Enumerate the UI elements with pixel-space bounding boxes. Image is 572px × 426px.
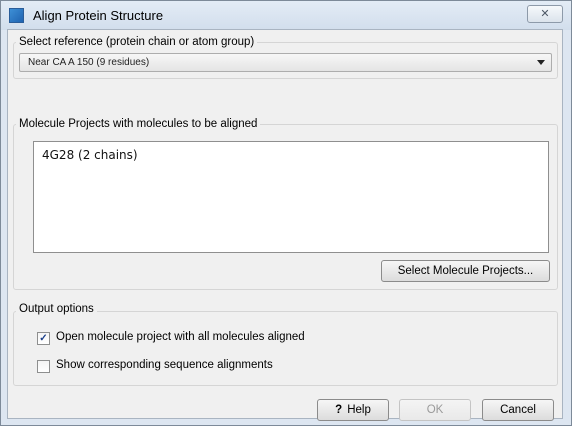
open-aligned-project-checkbox[interactable]: ✓ bbox=[37, 332, 50, 345]
show-sequence-alignments-label: Show corresponding sequence alignments bbox=[56, 359, 273, 371]
show-sequence-alignments-option[interactable]: Show corresponding sequence alignments bbox=[37, 358, 337, 374]
app-icon bbox=[9, 8, 24, 23]
select-molecule-projects-button[interactable]: Select Molecule Projects... bbox=[381, 260, 550, 282]
reference-selected-value: Near CA A 150 (9 residues) bbox=[28, 57, 150, 68]
title-bar[interactable]: Align Protein Structure ✕ bbox=[1, 1, 571, 30]
output-options-group bbox=[13, 311, 558, 386]
help-label: Help bbox=[347, 404, 371, 416]
output-options-label: Output options bbox=[16, 303, 97, 315]
close-button[interactable]: ✕ bbox=[527, 5, 563, 23]
help-icon: ? bbox=[335, 404, 343, 416]
show-sequence-alignments-checkbox[interactable] bbox=[37, 360, 50, 373]
reference-select[interactable]: Near CA A 150 (9 residues) bbox=[19, 53, 552, 72]
open-aligned-project-option[interactable]: ✓ Open molecule project with all molecul… bbox=[37, 330, 337, 346]
molecule-projects-list[interactable]: 4G28 (2 chains) bbox=[33, 141, 549, 253]
ok-button[interactable]: OK bbox=[399, 399, 471, 421]
close-icon: ✕ bbox=[540, 8, 550, 20]
list-item[interactable]: 4G28 (2 chains) bbox=[42, 148, 138, 162]
projects-group-label: Molecule Projects with molecules to be a… bbox=[16, 118, 261, 130]
chevron-down-icon bbox=[537, 60, 545, 65]
cancel-button[interactable]: Cancel bbox=[482, 399, 554, 421]
reference-group-label: Select reference (protein chain or atom … bbox=[16, 36, 258, 48]
window-title: Align Protein Structure bbox=[33, 8, 164, 23]
help-button[interactable]: ? Help bbox=[317, 399, 389, 421]
open-aligned-project-label: Open molecule project with all molecules… bbox=[56, 331, 305, 343]
